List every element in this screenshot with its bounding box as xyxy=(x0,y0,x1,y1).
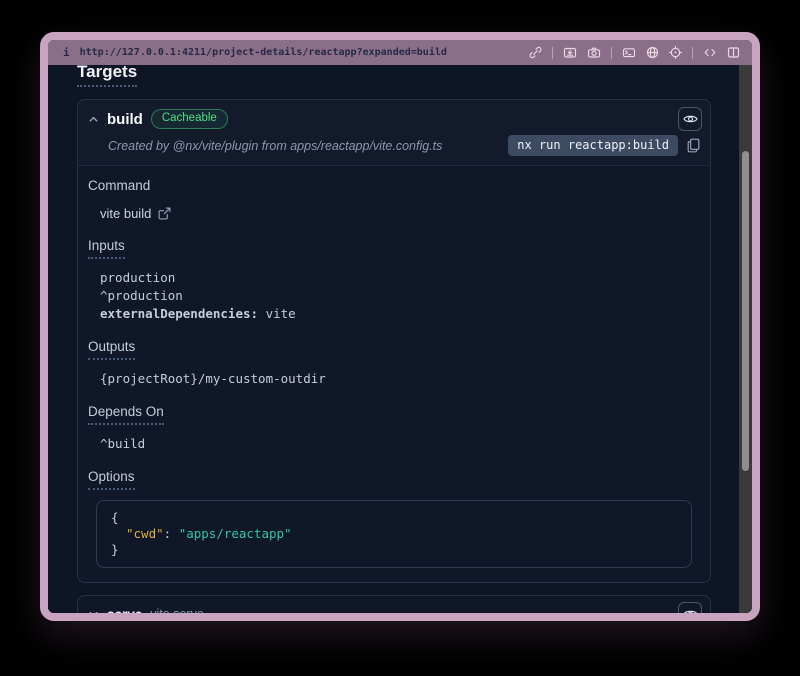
view-details-button[interactable] xyxy=(678,602,702,613)
section-label-outputs: Outputs xyxy=(88,339,135,360)
options-json-line: "cwd": "apps/reactapp" xyxy=(111,526,677,542)
target-subtitle: vite serve xyxy=(150,607,204,613)
code-icon[interactable] xyxy=(703,46,717,59)
copy-icon[interactable] xyxy=(687,138,700,153)
chevron-down-icon[interactable] xyxy=(88,609,99,613)
input-item: production xyxy=(100,269,692,287)
outputs-list: {projectRoot}/my-custom-outdir xyxy=(100,370,692,388)
toolbar-divider xyxy=(692,47,693,59)
cacheable-badge: Cacheable xyxy=(151,109,228,130)
info-icon: i xyxy=(63,46,70,59)
section-label-depends-on: Depends On xyxy=(88,404,164,425)
command-value: vite build xyxy=(100,206,151,221)
toolbar-divider xyxy=(552,47,553,59)
scrollbar-thumb[interactable] xyxy=(742,151,749,471)
view-details-button[interactable] xyxy=(678,107,702,131)
section-label-options: Options xyxy=(88,469,135,490)
output-item: {projectRoot}/my-custom-outdir xyxy=(100,370,692,388)
inputs-list: production ^production externalDependenc… xyxy=(100,269,692,323)
toolbar-actions xyxy=(529,46,740,59)
depends-on-list: ^build xyxy=(100,435,692,453)
target-card-build: build Cacheable Created by @nx/vite/plug… xyxy=(77,99,711,583)
browser-toolbar: i http://127.0.0.1:4211/project-details/… xyxy=(48,40,752,65)
page-content: Targets build Cacheable xyxy=(48,65,752,613)
section-label-inputs: Inputs xyxy=(88,238,125,259)
url-bar[interactable]: http://127.0.0.1:4211/project-details/re… xyxy=(80,47,447,58)
globe-icon[interactable] xyxy=(646,46,659,59)
external-link-icon[interactable] xyxy=(158,207,171,220)
target-name[interactable]: build xyxy=(107,111,143,128)
build-card-header: build Cacheable Created by @nx/vite/plug… xyxy=(78,100,710,166)
toolbar-divider xyxy=(611,47,612,59)
camera-icon[interactable] xyxy=(587,46,601,59)
input-item: externalDependencies: vite xyxy=(100,305,692,323)
section-label-command: Command xyxy=(88,178,150,194)
options-code-block: { "cwd": "apps/reactapp" } xyxy=(96,500,692,568)
build-card-body: Command vite build Inputs production ^pr… xyxy=(78,166,710,582)
browser-window: i http://127.0.0.1:4211/project-details/… xyxy=(40,32,760,621)
link-icon[interactable] xyxy=(529,46,542,59)
page-title: Targets xyxy=(77,65,137,87)
depends-on-item: ^build xyxy=(100,435,692,453)
options-json-line: } xyxy=(111,542,677,558)
split-panel-icon[interactable] xyxy=(727,46,740,59)
target-icon[interactable] xyxy=(669,46,682,59)
input-item: ^production xyxy=(100,287,692,305)
created-by-text: Created by @nx/vite/plugin from apps/rea… xyxy=(108,139,442,153)
terminal-icon[interactable] xyxy=(622,46,636,59)
chevron-up-icon[interactable] xyxy=(88,114,99,124)
scrollbar-track[interactable] xyxy=(739,65,752,613)
serve-card-header: serve vite serve xyxy=(78,596,710,613)
target-name[interactable]: serve xyxy=(107,607,142,614)
run-command-chip[interactable]: nx run reactapp:build xyxy=(508,135,678,156)
target-card-serve: serve vite serve xyxy=(77,595,711,613)
download-icon[interactable] xyxy=(563,46,577,59)
options-json-line: { xyxy=(111,510,677,526)
